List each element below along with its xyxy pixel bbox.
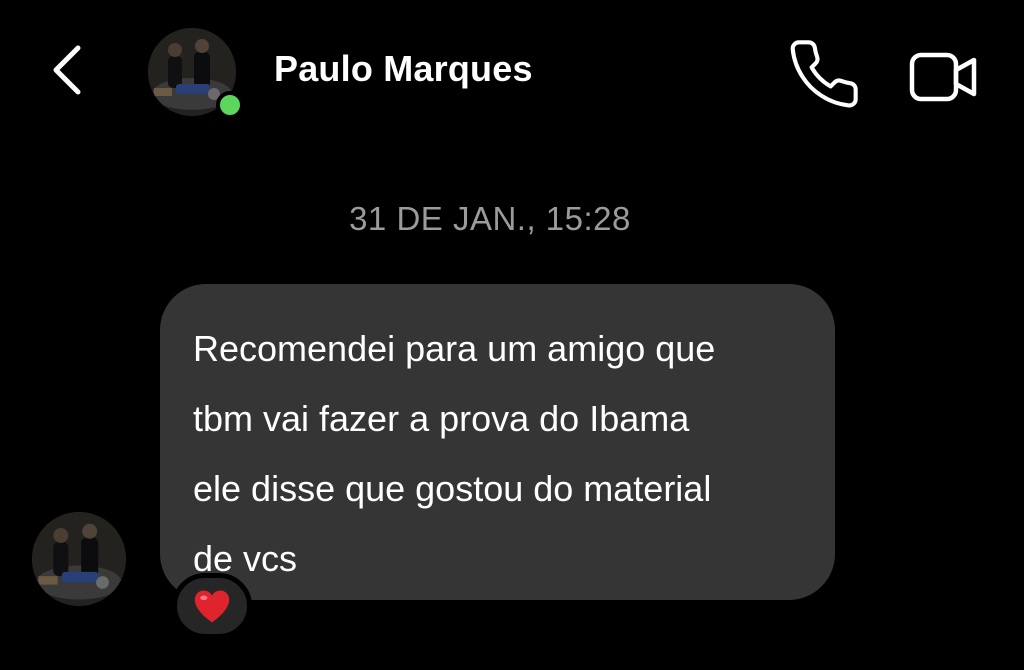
chevron-left-icon: [53, 45, 81, 95]
video-call-button[interactable]: [904, 40, 984, 110]
voice-call-button[interactable]: [784, 36, 864, 112]
video-camera-icon: [909, 52, 977, 102]
chat-header: Paulo Marques: [0, 0, 1024, 140]
contact-name[interactable]: Paulo Marques: [274, 48, 533, 90]
back-button[interactable]: [40, 38, 96, 102]
message-timestamp: 31 DE JAN., 15:28: [349, 200, 631, 237]
message-bubble[interactable]: Recomendei para um amigo que tbm vai faz…: [160, 284, 835, 600]
heart-reaction[interactable]: [172, 573, 252, 639]
heart-icon: [194, 590, 230, 623]
sender-avatar[interactable]: [32, 512, 126, 606]
online-status-indicator: [216, 91, 244, 119]
phone-icon: [790, 40, 858, 108]
message-text-line: de vcs: [193, 538, 298, 579]
message-text-line: tbm vai fazer a prova do Ibama: [193, 398, 690, 439]
message-text-line: ele disse que gostou do material: [193, 468, 712, 509]
message-text-line: Recomendei para um amigo que: [193, 328, 716, 369]
